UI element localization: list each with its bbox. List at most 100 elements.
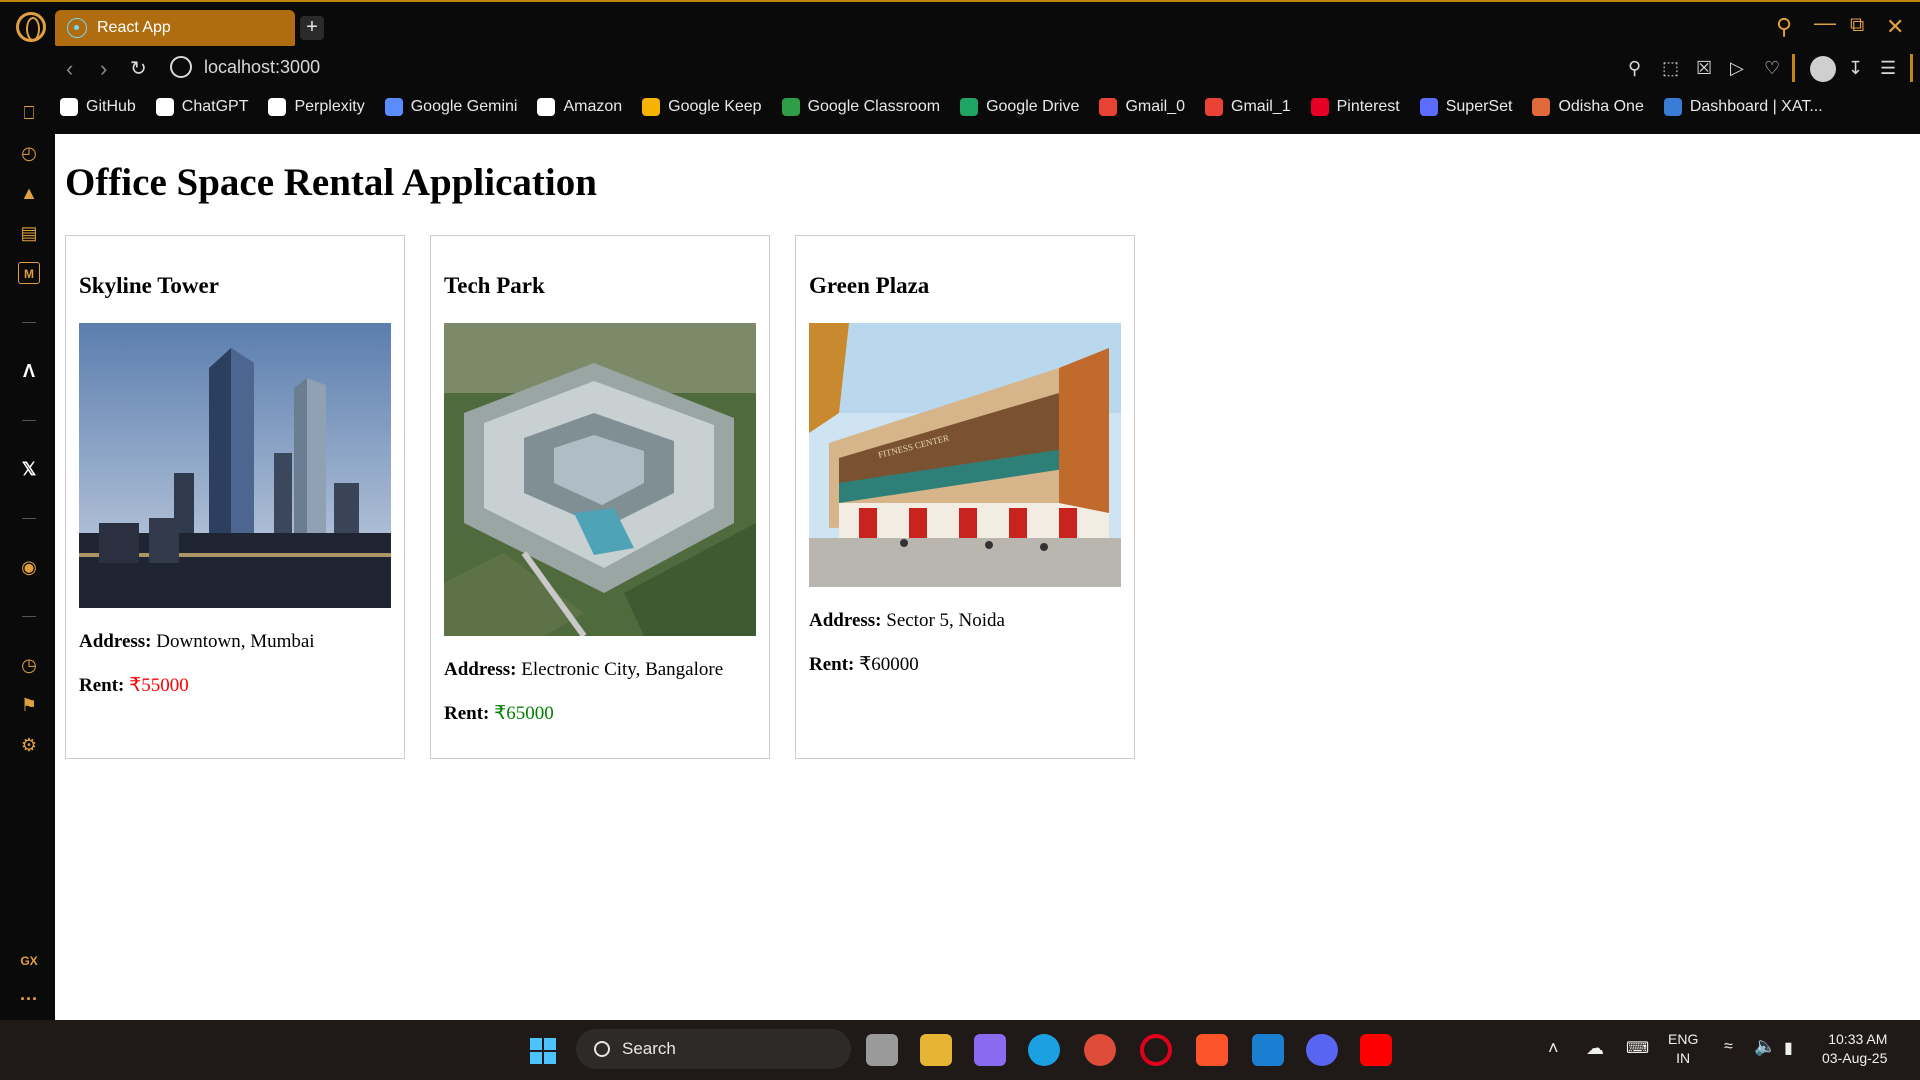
adblock-icon[interactable]: ☒: [1696, 58, 1712, 79]
bookmark-item[interactable]: Google Gemini: [384, 98, 518, 116]
clock[interactable]: 10:33 AM 03-Aug-25: [1822, 1030, 1887, 1068]
bookmark-label: Pinterest: [1336, 98, 1400, 115]
sidebar-separator: [22, 420, 36, 421]
speed-dial-icon[interactable]: ◴: [18, 142, 40, 164]
xat-icon: [1663, 98, 1682, 116]
opera-gx-icon[interactable]: [1140, 1034, 1172, 1066]
volume-icon[interactable]: 🔈: [1754, 1036, 1776, 1057]
globe-icon: [170, 56, 192, 78]
bookmark-item[interactable]: Amazon: [537, 98, 622, 116]
bookmark-item[interactable]: ChatGPT: [155, 98, 248, 116]
gx-control-icon[interactable]: ⎕: [18, 102, 40, 124]
bookmark-item[interactable]: GitHub: [60, 98, 136, 116]
back-icon[interactable]: ‹: [66, 56, 73, 82]
bookmark-item[interactable]: Pinterest: [1310, 98, 1400, 116]
accent-line: [0, 0, 1920, 2]
bookmark-label: Google Gemini: [410, 98, 518, 115]
odisha-one-icon: [1532, 98, 1551, 116]
opera-menu-icon[interactable]: [16, 12, 46, 42]
download-icon[interactable]: ↧: [1848, 58, 1863, 79]
search-tabs-icon[interactable]: ⚲: [1776, 14, 1792, 40]
bookmark-item[interactable]: Gmail_1: [1205, 98, 1291, 116]
gemini-icon: [384, 98, 403, 116]
minimize-icon[interactable]: —: [1814, 10, 1836, 36]
tab-react-app[interactable]: React App: [55, 10, 295, 46]
address-label: Address:: [809, 610, 882, 631]
address-value: Downtown, Mumbai: [156, 631, 315, 652]
windows-start-icon[interactable]: [530, 1038, 556, 1064]
language-indicator[interactable]: ENG IN: [1668, 1030, 1698, 1068]
pinterest-icon: [1310, 98, 1329, 116]
onedrive-icon[interactable]: ☁: [1586, 1038, 1604, 1059]
toolbar-edge: [1910, 54, 1913, 82]
restore-icon[interactable]: ⧉: [1850, 14, 1864, 37]
player-icon[interactable]: ◉: [18, 556, 40, 578]
keep-icon: [642, 98, 661, 116]
rent-label: Rent:: [79, 675, 125, 696]
youtube-icon[interactable]: [1360, 1034, 1392, 1066]
reload-icon[interactable]: ↻: [130, 56, 147, 81]
discord-icon[interactable]: [1306, 1034, 1338, 1066]
vscode-icon[interactable]: [1252, 1034, 1284, 1066]
brave-icon[interactable]: [1196, 1034, 1228, 1066]
chatgpt-icon: [155, 98, 174, 116]
new-tab-button[interactable]: +: [300, 16, 324, 40]
corner-icon[interactable]: ▤: [18, 222, 40, 244]
favorites-icon[interactable]: ♡: [1764, 58, 1780, 79]
bookmark-item[interactable]: SuperSet: [1419, 98, 1512, 116]
office-name: Green Plaza: [809, 273, 930, 298]
copilot-icon[interactable]: [974, 1034, 1006, 1066]
snapshot-icon[interactable]: ⬚: [1662, 58, 1679, 79]
bookmark-item[interactable]: Odisha One: [1532, 98, 1644, 116]
office-address: Address: Downtown, Mumbai: [79, 631, 315, 653]
gmail-icon: [1099, 98, 1118, 116]
aria-icon[interactable]: Λ: [18, 360, 40, 382]
wifi-icon[interactable]: ≈: [1724, 1038, 1733, 1056]
address-label: Address:: [79, 631, 152, 652]
avatar[interactable]: [1810, 56, 1836, 82]
forward-icon[interactable]: ›: [100, 56, 107, 82]
bookmark-item[interactable]: Dashboard | XAT...: [1663, 98, 1823, 116]
office-card: Tech Park Address: Electronic City, Bang…: [430, 235, 770, 759]
more-icon[interactable]: ···: [18, 988, 40, 1010]
office-photo-green-plaza: FITNESS CENTER: [809, 323, 1121, 587]
office-card: Green Plaza FITNESS CENTER Address: Sect…: [795, 235, 1135, 759]
settings-icon[interactable]: ⚙: [18, 734, 40, 756]
bookmarks-bar: GitHub ChatGPT Perplexity Google Gemini Amaz…: [60, 98, 1823, 116]
bookmark-item[interactable]: Perplexity: [268, 98, 365, 116]
history-icon[interactable]: ◷: [18, 654, 40, 676]
office-name: Tech Park: [444, 273, 545, 298]
x-twitter-icon[interactable]: 𝕏: [18, 458, 40, 480]
bookmark-item[interactable]: Google Classroom: [781, 98, 940, 116]
flow-icon[interactable]: ▷: [1730, 58, 1744, 79]
bookmark-item[interactable]: Gmail_0: [1099, 98, 1185, 116]
office-rent: Rent: ₹60000: [809, 653, 919, 676]
tab-title: React App: [97, 19, 171, 36]
extensions-icon[interactable]: ⚑: [18, 694, 40, 716]
sidebar: ⎕ ◴ ▲ ▤ M Λ 𝕏 ◉ ◷ ⚑ ⚙ GX ···: [0, 96, 55, 1020]
easy-setup-icon[interactable]: ☰: [1880, 58, 1896, 79]
bookmark-item[interactable]: Google Drive: [960, 98, 1079, 116]
clock-date: 03-Aug-25: [1822, 1050, 1888, 1066]
sidebar-separator: [22, 322, 36, 323]
gx-label[interactable]: GX: [18, 950, 40, 972]
chrome-icon[interactable]: [1084, 1034, 1116, 1066]
file-explorer-icon[interactable]: [920, 1034, 952, 1066]
office-address: Address: Sector 5, Noida: [809, 610, 1005, 632]
bookmark-label: GitHub: [86, 98, 136, 115]
address-bar[interactable]: localhost:3000: [170, 56, 320, 78]
drive-icon: [960, 98, 979, 116]
taskbar-search[interactable]: Search: [576, 1029, 851, 1069]
pin-icon[interactable]: ⚲: [1628, 58, 1641, 79]
chevron-up-icon[interactable]: ˄: [1548, 1038, 1559, 1059]
battery-icon[interactable]: ▮: [1784, 1038, 1793, 1058]
messenger-m-icon[interactable]: M: [18, 262, 40, 284]
edge-icon[interactable]: [1028, 1034, 1060, 1066]
hot-tabs-icon[interactable]: ▲: [18, 182, 40, 204]
bookmark-item[interactable]: Google Keep: [642, 98, 762, 116]
close-icon[interactable]: ✕: [1886, 14, 1904, 40]
task-view-icon[interactable]: [866, 1034, 898, 1066]
classroom-icon: [781, 98, 800, 116]
keyboard-icon[interactable]: ⌨: [1626, 1038, 1649, 1058]
react-icon: [67, 18, 87, 38]
